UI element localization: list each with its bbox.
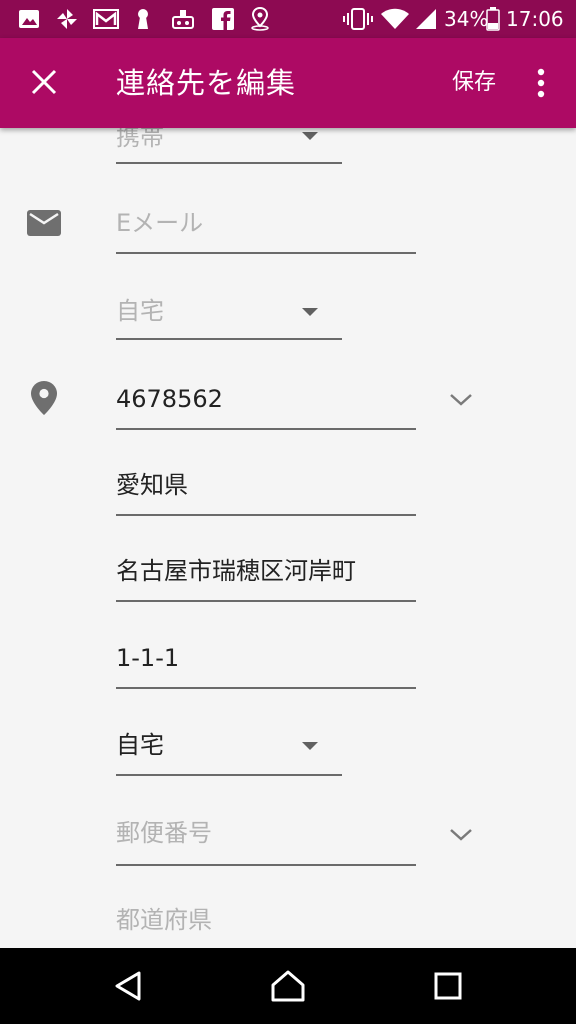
more-vert-icon bbox=[537, 68, 545, 98]
recents-icon bbox=[434, 972, 462, 1000]
email-type-value: 自宅 bbox=[116, 297, 164, 325]
back-button[interactable] bbox=[104, 962, 152, 1010]
dropdown-arrow-icon bbox=[302, 742, 318, 750]
postal-code-placeholder: 郵便番号 bbox=[116, 819, 212, 847]
signal-icon bbox=[415, 8, 437, 30]
back-icon bbox=[115, 971, 141, 1001]
clock: 17:06 bbox=[506, 7, 564, 31]
prefecture-field-2[interactable]: 都道府県 bbox=[116, 905, 416, 948]
postal-code-value: 4678562 bbox=[116, 385, 223, 413]
wifi-icon bbox=[381, 8, 409, 30]
prefecture-field[interactable]: 愛知県 bbox=[116, 470, 416, 516]
mail-icon bbox=[93, 8, 119, 30]
page-title: 連絡先を編集 bbox=[116, 66, 297, 100]
field-underline bbox=[116, 600, 416, 602]
facebook-icon bbox=[212, 8, 234, 30]
home-button[interactable] bbox=[264, 962, 312, 1010]
battery-percent: 34% bbox=[444, 7, 489, 31]
field-underline bbox=[116, 162, 342, 164]
image-icon bbox=[18, 8, 40, 30]
field-underline bbox=[116, 774, 342, 776]
field-underline bbox=[116, 687, 416, 689]
field-underline bbox=[116, 338, 342, 340]
robot-icon bbox=[170, 8, 196, 30]
expand-chevron-icon[interactable] bbox=[448, 827, 474, 843]
postal-code-field-2[interactable]: 郵便番号 bbox=[116, 818, 416, 866]
dropdown-arrow-icon bbox=[302, 132, 318, 140]
save-button[interactable]: 保存 bbox=[446, 66, 502, 100]
email-type-dropdown[interactable]: 自宅 bbox=[116, 296, 342, 340]
prefecture-value: 愛知県 bbox=[116, 471, 188, 499]
address-type-dropdown[interactable]: 自宅 bbox=[116, 730, 342, 776]
prefecture-placeholder: 都道府県 bbox=[116, 906, 212, 934]
vibrate-icon bbox=[343, 8, 373, 30]
email-field[interactable]: Eメール bbox=[116, 208, 416, 254]
battery-icon bbox=[486, 7, 500, 31]
close-icon bbox=[31, 69, 57, 95]
email-placeholder: Eメール bbox=[116, 209, 204, 237]
status-bar: 34% 17:06 bbox=[0, 0, 576, 38]
location-icon bbox=[30, 380, 58, 416]
phone-type-dropdown[interactable]: 携帯 bbox=[116, 128, 342, 164]
keyhole-icon bbox=[135, 8, 151, 30]
phone-type-value: 携帯 bbox=[116, 128, 164, 151]
dropdown-arrow-icon bbox=[302, 308, 318, 316]
address-type-value: 自宅 bbox=[116, 731, 164, 759]
street-value: 1-1-1 bbox=[116, 644, 180, 672]
location-pin-icon bbox=[248, 7, 272, 31]
field-underline bbox=[116, 514, 416, 516]
more-options-button[interactable] bbox=[520, 60, 562, 106]
navigation-bar bbox=[0, 948, 576, 1024]
street-field[interactable]: 1-1-1 bbox=[116, 643, 416, 689]
app-bar: 連絡先を編集 保存 bbox=[0, 38, 576, 128]
edit-contact-form: 携帯 Eメール 自宅 4678562 愛知県 名古屋市瑞穂区河岸町 1-1-1 bbox=[0, 128, 576, 948]
field-underline bbox=[116, 864, 416, 866]
expand-chevron-icon[interactable] bbox=[448, 392, 474, 408]
pinwheel-icon bbox=[56, 8, 78, 30]
home-icon bbox=[271, 970, 305, 1002]
city-field[interactable]: 名古屋市瑞穂区河岸町 bbox=[116, 556, 416, 602]
email-icon bbox=[26, 208, 62, 238]
field-underline bbox=[116, 252, 416, 254]
recents-button[interactable] bbox=[424, 962, 472, 1010]
close-button[interactable] bbox=[20, 58, 68, 106]
city-value: 名古屋市瑞穂区河岸町 bbox=[116, 557, 356, 585]
postal-code-field[interactable]: 4678562 bbox=[116, 384, 416, 430]
field-underline bbox=[116, 428, 416, 430]
